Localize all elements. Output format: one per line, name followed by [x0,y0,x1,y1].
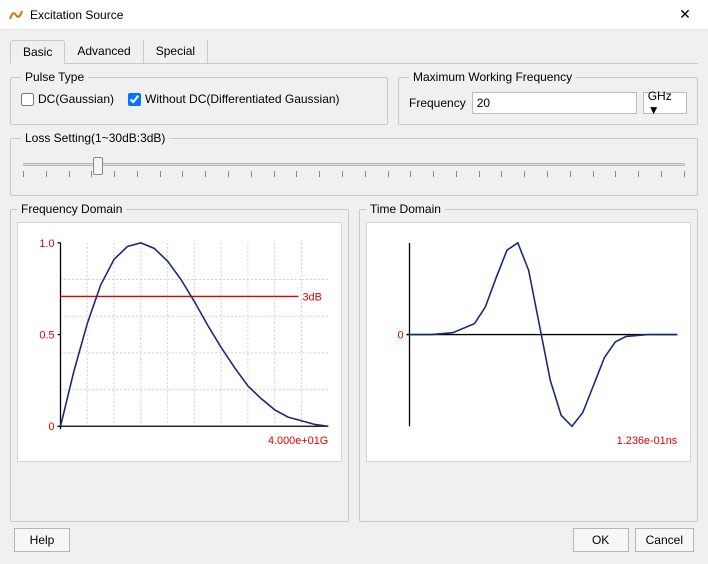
svg-text:4.000e+01G: 4.000e+01G [268,435,328,447]
time-domain-legend: Time Domain [366,202,445,216]
max-frequency-group: Maximum Working Frequency Frequency GHz … [398,70,698,125]
frequency-unit-select[interactable]: GHz ▼ [643,92,687,114]
svg-text:1.0: 1.0 [39,238,54,250]
frequency-label: Frequency [409,96,466,110]
svg-text:1.236e-01ns: 1.236e-01ns [617,435,678,447]
svg-text:0: 0 [48,421,54,433]
frequency-domain-legend: Frequency Domain [17,202,126,216]
dc-gaussian-label: DC(Gaussian) [38,92,114,106]
loss-setting-legend: Loss Setting(1~30dB:3dB) [21,131,169,145]
svg-text:0.5: 0.5 [39,330,54,342]
app-icon [8,7,24,23]
frequency-domain-chart: 0 0.5 1.0 3dB 4.000e+01G [17,222,342,462]
dc-gaussian-checkbox[interactable]: DC(Gaussian) [21,92,114,106]
time-domain-chart: 0 1.236e-01ns [366,222,691,462]
without-dc-input[interactable] [128,93,141,106]
window-title: Excitation Source [30,8,670,22]
max-frequency-legend: Maximum Working Frequency [409,70,576,84]
without-dc-checkbox[interactable]: Without DC(Differentiated Gaussian) [128,92,340,106]
tab-basic[interactable]: Basic [10,40,65,64]
tab-bar: Basic Advanced Special [10,40,698,64]
pulse-type-group: Pulse Type DC(Gaussian) Without DC(Diffe… [10,70,388,125]
help-button[interactable]: Help [14,528,70,552]
tab-special[interactable]: Special [144,40,208,64]
slider-ticks [23,171,685,179]
svg-text:3dB: 3dB [302,291,321,303]
frequency-input[interactable] [472,92,637,114]
svg-text:0: 0 [397,330,403,342]
without-dc-label: Without DC(Differentiated Gaussian) [145,92,340,106]
loss-setting-group: Loss Setting(1~30dB:3dB) [10,131,698,196]
time-domain-group: Time Domain 0 1.236e-01ns [359,202,698,522]
loss-slider[interactable] [23,157,685,185]
cancel-button[interactable]: Cancel [635,528,694,552]
dc-gaussian-input[interactable] [21,93,34,106]
pulse-type-legend: Pulse Type [21,70,88,84]
close-icon[interactable]: ✕ [670,6,700,23]
ok-button[interactable]: OK [573,528,629,552]
slider-track [23,163,685,166]
tab-advanced[interactable]: Advanced [65,40,143,64]
frequency-domain-group: Frequency Domain 0 0.5 1.0 3dB 4.000e+01G [10,202,349,522]
